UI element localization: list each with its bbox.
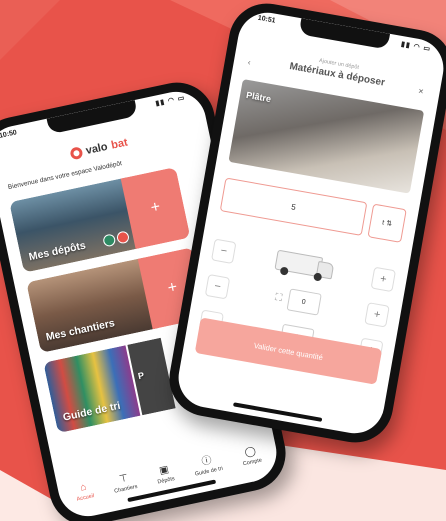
notch [298, 18, 391, 50]
tab-accueil[interactable]: ⌂ Accueil [74, 481, 95, 503]
vehicle-plus-button[interactable]: + [370, 266, 397, 293]
bag-icon: ⛶ [274, 291, 283, 304]
home-icon: ⌂ [79, 481, 88, 494]
home-indicator [232, 402, 323, 422]
material-image: Plâtre [228, 78, 425, 194]
bag-mid: ⛶ 0 [273, 286, 322, 316]
tri-photo [43, 345, 141, 434]
bag-plus-button[interactable]: + [364, 302, 390, 328]
logo-text-1: valo [84, 140, 109, 158]
material-label: Plâtre [245, 89, 272, 105]
status-time: 10:51 [257, 14, 277, 25]
tab-guide-de-tri[interactable]: ⓘ Guide de tri [192, 454, 224, 478]
recycle-badge-icon [102, 233, 117, 248]
tab-label: Accueil [76, 493, 95, 503]
crane-icon: ⊤ [118, 472, 130, 486]
tab-chantiers[interactable]: ⊤ Chantiers [111, 472, 138, 495]
van-icon [274, 248, 335, 283]
signal-icon: ▮▮ ◠ ▭ [400, 40, 432, 54]
swap-icon: ⇅ [385, 220, 393, 229]
tab-label: Dépôts [157, 475, 176, 486]
vehicle-minus-button[interactable]: − [211, 238, 237, 265]
tab-label: Compte [242, 457, 263, 468]
tab-label: Chantiers [113, 483, 139, 495]
bag-value[interactable]: 0 [286, 288, 322, 316]
status-time: 10:50 [0, 129, 18, 140]
quantity-input[interactable]: 5 [219, 177, 368, 236]
logo-mark-icon [69, 146, 84, 161]
bag-minus-button[interactable]: − [204, 273, 231, 300]
tab-label: Guide de tri [194, 465, 224, 478]
marketing-scene: 10:50 ▮▮ ◠ ▭ valo bat Bienvenue dans votr… [0, 0, 446, 521]
truck-icon: ▣ [158, 464, 170, 477]
back-icon[interactable]: ‹ [247, 58, 251, 67]
alert-badge-icon [115, 230, 131, 245]
signal-icon: ▮▮ ◠ ▭ [154, 94, 187, 108]
logo-text-2: bat [110, 136, 129, 152]
unit-select[interactable]: t ⇅ [367, 203, 407, 243]
tab-compte[interactable]: ◯ Compte [240, 445, 263, 468]
unit-value: t [381, 218, 385, 227]
info-icon: ⓘ [200, 454, 213, 468]
vehicle-mid [274, 248, 335, 283]
user-icon: ◯ [243, 445, 257, 459]
tab-depots[interactable]: ▣ Dépôts [155, 464, 176, 486]
